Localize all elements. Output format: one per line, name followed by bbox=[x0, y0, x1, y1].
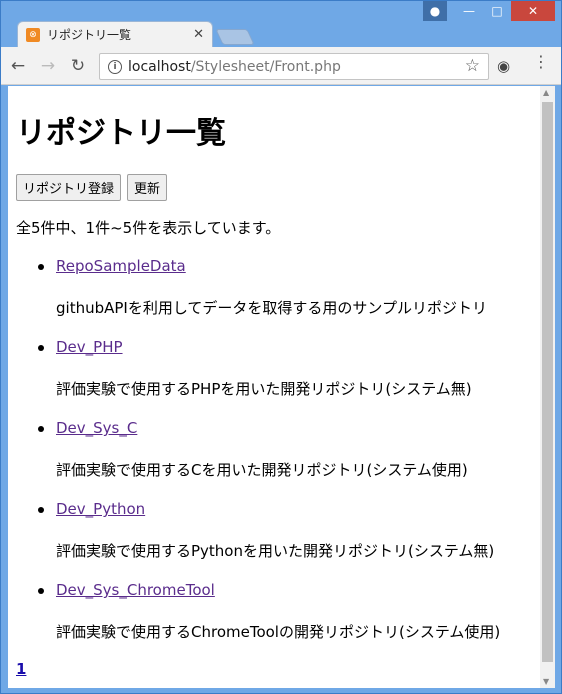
repo-description: 評価実験で使用するChromeToolの開発リポジトリ(システム使用) bbox=[56, 623, 501, 641]
repo-description: githubAPIを利用してデータを取得する用のサンプルリポジトリ bbox=[56, 299, 487, 317]
forward-icon[interactable]: → bbox=[35, 56, 61, 76]
page-viewport: リポジトリ一覧 リポジトリ登録 更新 全5件中、1件~5件を表示しています。 R… bbox=[8, 86, 555, 688]
window-controls: ● — □ ✕ bbox=[423, 1, 555, 23]
close-window-button[interactable]: ✕ bbox=[511, 1, 555, 21]
address-bar[interactable]: i localhost/Stylesheet/Front.php ☆ bbox=[99, 53, 489, 80]
scrollbar-thumb[interactable] bbox=[542, 102, 553, 662]
title-bar: ● — □ ✕ ⊗ リポジトリ一覧 ✕ bbox=[1, 1, 561, 47]
vertical-scrollbar[interactable]: ▲ ▼ bbox=[540, 86, 555, 688]
repository-list: RepoSampleData githubAPIを利用してデータを取得する用のサ… bbox=[16, 256, 536, 641]
scroll-down-icon[interactable]: ▼ bbox=[543, 677, 549, 686]
url-path: /Stylesheet/Front.php bbox=[190, 58, 341, 75]
action-buttons: リポジトリ登録 更新 bbox=[16, 174, 536, 201]
page-content: リポジトリ一覧 リポジトリ登録 更新 全5件中、1件~5件を表示しています。 R… bbox=[16, 86, 536, 678]
repo-description: 評価実験で使用するCを用いた開発リポジトリ(システム使用) bbox=[56, 461, 468, 479]
repo-description: 評価実験で使用するPythonを用いた開発リポジトリ(システム無) bbox=[56, 542, 495, 560]
repo-description: 評価実験で使用するPHPを用いた開発リポジトリ(システム無) bbox=[56, 380, 472, 398]
page-title: リポジトリ一覧 bbox=[16, 116, 226, 151]
menu-icon[interactable]: ⋮ bbox=[533, 54, 549, 70]
bookmark-star-icon[interactable]: ☆ bbox=[465, 56, 480, 76]
info-icon[interactable]: i bbox=[108, 59, 122, 74]
register-repository-button[interactable]: リポジトリ登録 bbox=[16, 174, 122, 201]
reload-icon[interactable]: ↻ bbox=[65, 56, 91, 76]
list-item: Dev_PHP 評価実験で使用するPHPを用いた開発リポジトリ(システム無) bbox=[36, 337, 536, 398]
repo-link[interactable]: Dev_Python bbox=[56, 500, 145, 520]
browser-window: ● — □ ✕ ⊗ リポジトリ一覧 ✕ ← → ↻ i localhost/St… bbox=[0, 0, 562, 694]
bullet-icon bbox=[38, 264, 44, 270]
repo-link[interactable]: RepoSampleData bbox=[56, 257, 186, 277]
browser-tab[interactable]: ⊗ リポジトリ一覧 ✕ bbox=[17, 21, 213, 47]
repo-link[interactable]: Dev_PHP bbox=[56, 338, 123, 358]
user-icon[interactable]: ● bbox=[423, 1, 447, 21]
scroll-up-icon[interactable]: ▲ bbox=[543, 88, 549, 97]
list-item: Dev_Sys_C 評価実験で使用するCを用いた開発リポジトリ(システム使用) bbox=[36, 418, 536, 479]
result-summary: 全5件中、1件~5件を表示しています。 bbox=[16, 219, 281, 237]
back-icon[interactable]: ← bbox=[5, 56, 31, 76]
repo-link[interactable]: Dev_Sys_ChromeTool bbox=[56, 581, 215, 601]
repo-link[interactable]: Dev_Sys_C bbox=[56, 419, 137, 439]
minimize-button[interactable]: — bbox=[455, 1, 483, 21]
bullet-icon bbox=[38, 426, 44, 432]
list-item: Dev_Sys_ChromeTool 評価実験で使用するChromeToolの開… bbox=[36, 580, 536, 641]
list-item: RepoSampleData githubAPIを利用してデータを取得する用のサ… bbox=[36, 256, 536, 317]
maximize-button[interactable]: □ bbox=[483, 1, 511, 21]
bullet-icon bbox=[38, 588, 44, 594]
new-tab-button[interactable] bbox=[215, 29, 255, 45]
page-1-link[interactable]: 1 bbox=[16, 660, 26, 678]
bullet-icon bbox=[38, 507, 44, 513]
camera-extension-icon[interactable]: ◉ bbox=[497, 57, 510, 75]
bullet-icon bbox=[38, 345, 44, 351]
url-host: localhost bbox=[128, 58, 191, 75]
refresh-button[interactable]: 更新 bbox=[127, 174, 168, 201]
tab-close-icon[interactable]: ✕ bbox=[193, 27, 204, 42]
xampp-icon: ⊗ bbox=[26, 27, 40, 42]
browser-toolbar: ← → ↻ i localhost/Stylesheet/Front.php ☆ bbox=[1, 47, 561, 85]
list-item: Dev_Python 評価実験で使用するPythonを用いた開発リポジトリ(シス… bbox=[36, 499, 536, 560]
tab-title: リポジトリ一覧 bbox=[47, 28, 132, 42]
